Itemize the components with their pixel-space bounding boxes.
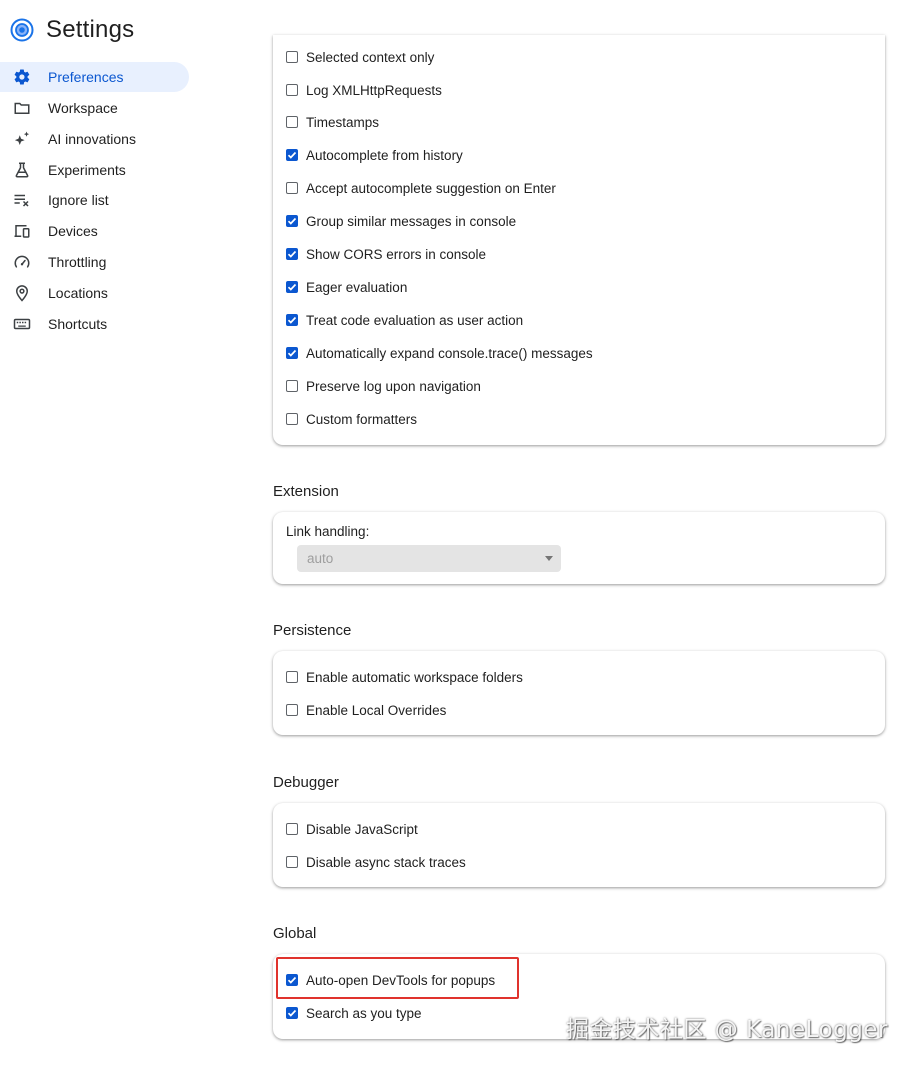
- sparkle-icon: [12, 129, 32, 149]
- setting-label: Log XMLHttpRequests: [306, 82, 442, 98]
- keyboard-icon: [12, 314, 32, 334]
- sidebar-item-experiments[interactable]: Experiments: [0, 155, 189, 185]
- checkbox[interactable]: [286, 704, 298, 716]
- persistence-settings-card: Enable automatic workspace folders Enabl…: [273, 651, 885, 735]
- setting-timestamps[interactable]: Timestamps: [286, 111, 379, 133]
- page-title: Settings: [46, 16, 135, 43]
- setting-accept-autocomplete-on-enter[interactable]: Accept autocomplete suggestion on Enter: [286, 177, 556, 199]
- setting-label: Auto-open DevTools for popups: [306, 972, 496, 988]
- setting-eager-evaluation[interactable]: Eager evaluation: [286, 276, 407, 298]
- flask-icon: [12, 160, 32, 180]
- setting-disable-javascript[interactable]: Disable JavaScript: [286, 818, 418, 840]
- checkbox[interactable]: [286, 1007, 298, 1019]
- setting-autocomplete-from-history[interactable]: Autocomplete from history: [286, 144, 463, 166]
- setting-label: Custom formatters: [306, 411, 418, 427]
- sidebar-item-shortcuts[interactable]: Shortcuts: [0, 309, 189, 339]
- checkbox[interactable]: [286, 671, 298, 683]
- sidebar-item-label: Ignore list: [48, 192, 109, 208]
- location-pin-icon: [12, 283, 32, 303]
- sidebar-item-throttling[interactable]: Throttling: [0, 247, 189, 277]
- setting-label: Treat code evaluation as user action: [306, 312, 524, 328]
- setting-local-overrides[interactable]: Enable Local Overrides: [286, 699, 446, 721]
- folder-icon: [12, 98, 32, 118]
- sidebar: Settings Preferences Workspace AI innova…: [0, 0, 200, 1069]
- sidebar-item-locations[interactable]: Locations: [0, 278, 189, 308]
- sidebar-item-label: AI innovations: [48, 131, 136, 147]
- checkbox[interactable]: [286, 149, 298, 161]
- sidebar-item-label: Workspace: [48, 100, 118, 116]
- section-title-debugger: Debugger: [273, 774, 339, 791]
- sidebar-item-ai-innovations[interactable]: AI innovations: [0, 124, 189, 154]
- sidebar-item-label: Preferences: [48, 69, 124, 85]
- link-handling-value: auto: [307, 551, 334, 566]
- setting-show-cors-errors[interactable]: Show CORS errors in console: [286, 243, 486, 265]
- watermark: 掘金技术社区 @ KaneLogger: [566, 1017, 888, 1043]
- section-title-global: Global: [273, 925, 317, 942]
- devices-icon: [12, 221, 32, 241]
- checkbox[interactable]: [286, 314, 298, 326]
- speedometer-icon: [12, 252, 32, 272]
- link-handling-select[interactable]: auto: [297, 545, 561, 572]
- setting-label: Selected context only: [306, 49, 435, 65]
- setting-group-similar-messages[interactable]: Group similar messages in console: [286, 210, 516, 232]
- link-handling-label: Link handling:: [286, 524, 370, 539]
- checkbox[interactable]: [286, 413, 298, 425]
- setting-label: Group similar messages in console: [306, 213, 517, 229]
- sidebar-item-devices[interactable]: Devices: [0, 216, 189, 246]
- gear-icon: [12, 67, 32, 87]
- checkbox[interactable]: [286, 84, 298, 96]
- setting-expand-console-trace[interactable]: Automatically expand console.trace() mes…: [286, 342, 593, 364]
- setting-label: Accept autocomplete suggestion on Enter: [306, 180, 556, 196]
- checkbox[interactable]: [286, 856, 298, 868]
- extension-settings-card: Link handling: auto: [273, 512, 885, 584]
- checkbox[interactable]: [286, 182, 298, 194]
- checkbox[interactable]: [286, 51, 298, 63]
- console-settings-card: Selected context only Log XMLHttpRequest…: [273, 35, 885, 445]
- setting-label: Disable JavaScript: [306, 821, 418, 837]
- setting-automatic-workspace-folders[interactable]: Enable automatic workspace folders: [286, 666, 523, 688]
- checkbox[interactable]: [286, 248, 298, 260]
- setting-label: Show CORS errors in console: [306, 246, 487, 262]
- setting-auto-open-devtools-for-popups[interactable]: Auto-open DevTools for popups: [286, 969, 495, 991]
- checkbox[interactable]: [286, 116, 298, 128]
- setting-label: Timestamps: [306, 114, 380, 130]
- checkbox[interactable]: [286, 380, 298, 392]
- setting-label: Eager evaluation: [306, 279, 408, 295]
- settings-header: Settings: [10, 16, 134, 44]
- sidebar-item-ignore-list[interactable]: Ignore list: [0, 185, 189, 215]
- setting-treat-code-evaluation-as-user-action[interactable]: Treat code evaluation as user action: [286, 309, 523, 331]
- setting-selected-context-only[interactable]: Selected context only: [286, 46, 434, 68]
- setting-search-as-you-type[interactable]: Search as you type: [286, 1002, 422, 1024]
- sidebar-item-label: Experiments: [48, 162, 126, 178]
- setting-label: Automatically expand console.trace() mes…: [306, 345, 593, 361]
- sidebar-item-label: Locations: [48, 285, 108, 301]
- sidebar-item-label: Devices: [48, 223, 98, 239]
- setting-label: Autocomplete from history: [306, 147, 463, 163]
- checkbox[interactable]: [286, 281, 298, 293]
- setting-label: Enable automatic workspace folders: [306, 669, 523, 685]
- section-title-persistence: Persistence: [273, 622, 352, 639]
- dropdown-caret-icon: [545, 556, 553, 561]
- sidebar-item-label: Throttling: [48, 254, 107, 270]
- setting-label: Enable Local Overrides: [306, 702, 447, 718]
- setting-label: Search as you type: [306, 1005, 422, 1021]
- sidebar-item-workspace[interactable]: Workspace: [0, 93, 189, 123]
- debugger-settings-card: Disable JavaScript Disable async stack t…: [273, 803, 885, 887]
- checkbox[interactable]: [286, 347, 298, 359]
- checkbox[interactable]: [286, 215, 298, 227]
- ignore-list-icon: [12, 190, 32, 210]
- setting-log-xmlhttprequests[interactable]: Log XMLHttpRequests: [286, 79, 442, 101]
- setting-custom-formatters[interactable]: Custom formatters: [286, 408, 417, 430]
- setting-disable-async-stack-traces[interactable]: Disable async stack traces: [286, 851, 466, 873]
- checkbox[interactable]: [286, 823, 298, 835]
- sidebar-item-label: Shortcuts: [48, 316, 108, 332]
- section-title-extension: Extension: [273, 483, 339, 500]
- setting-preserve-log[interactable]: Preserve log upon navigation: [286, 375, 481, 397]
- sidebar-item-preferences[interactable]: Preferences: [0, 62, 189, 92]
- chrome-devtools-logo-icon: [10, 18, 34, 42]
- setting-label: Disable async stack traces: [306, 854, 466, 870]
- setting-label: Preserve log upon navigation: [306, 378, 481, 394]
- checkbox[interactable]: [286, 974, 298, 986]
